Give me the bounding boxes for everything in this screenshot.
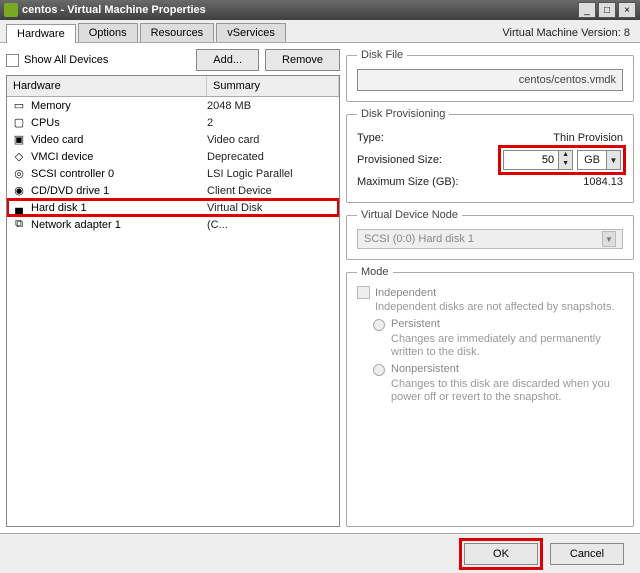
tab-vservices[interactable]: vServices (216, 23, 286, 42)
maximize-button[interactable]: □ (598, 2, 616, 18)
prov-type-value: Thin Provision (467, 132, 623, 144)
show-all-checkbox[interactable] (6, 54, 19, 67)
disk-file-legend: Disk File (357, 49, 407, 61)
hardware-list: Hardware Summary ▭ Memory 2048 MB ▢ CPUs… (6, 75, 340, 527)
ok-highlight: OK (462, 541, 540, 567)
hw-name: Hard disk 1 (31, 202, 207, 214)
add-button[interactable]: Add... (196, 49, 259, 71)
cancel-button[interactable]: Cancel (550, 543, 624, 565)
hw-row-memory[interactable]: ▭ Memory 2048 MB (7, 97, 339, 114)
prov-size-unit-combo[interactable]: GB ▼ (577, 150, 621, 170)
vmci-icon: ◇ (11, 150, 27, 164)
vnode-legend: Virtual Device Node (357, 209, 462, 221)
disk-provisioning-group: Disk Provisioning Type: Thin Provision P… (346, 108, 634, 203)
cpu-icon: ▢ (11, 116, 27, 130)
video-icon: ▣ (11, 133, 27, 147)
vm-properties-window: centos - Virtual Machine Properties _ □ … (0, 0, 640, 567)
prov-type-label: Type: (357, 132, 467, 144)
independent-label: Independent (375, 287, 436, 299)
tab-options[interactable]: Options (78, 23, 138, 42)
disk-icon: ▄ (11, 201, 27, 215)
hw-name: CPUs (31, 117, 207, 129)
vnode-combo: SCSI (0:0) Hard disk 1 ▼ (357, 229, 623, 249)
max-size-label: Maximum Size (GB): (357, 176, 467, 188)
spin-up-icon[interactable]: ▲ (558, 151, 572, 160)
virtual-device-node-group: Virtual Device Node SCSI (0:0) Hard disk… (346, 209, 634, 260)
tab-hardware[interactable]: Hardware (6, 24, 76, 43)
hw-row-cpus[interactable]: ▢ CPUs 2 (7, 114, 339, 131)
hw-name: VMCI device (31, 151, 207, 163)
vnode-value: SCSI (0:0) Hard disk 1 (364, 233, 474, 245)
hw-row-video[interactable]: ▣ Video card Video card (7, 131, 339, 148)
hw-summary: Deprecated (207, 151, 335, 163)
remove-button[interactable]: Remove (265, 49, 340, 71)
hw-summary: 2 (207, 117, 335, 129)
prov-size-unit: GB (578, 154, 606, 166)
hw-name: Network adapter 1 (31, 219, 207, 231)
disk-file-group: Disk File centos/centos.vmdk (346, 49, 634, 102)
hw-row-disk[interactable]: ▄ Hard disk 1 Virtual Disk (7, 199, 339, 216)
close-button[interactable]: × (618, 2, 636, 18)
hw-row-cd[interactable]: ◉ CD/DVD drive 1 Client Device (7, 182, 339, 199)
left-panel: Show All Devices Add... Remove Hardware … (6, 49, 340, 527)
top-controls: Show All Devices Add... Remove (6, 49, 340, 71)
hw-summary: LSI Logic Parallel (207, 168, 335, 180)
prov-size-input[interactable] (504, 151, 558, 169)
max-size-value: 1084.13 (467, 176, 623, 188)
hw-row-scsi[interactable]: ◎ SCSI controller 0 LSI Logic Parallel (7, 165, 339, 182)
hw-name: SCSI controller 0 (31, 168, 207, 180)
footer: OK Cancel (0, 533, 640, 573)
col-summary[interactable]: Summary (207, 76, 339, 96)
hw-row-vmci[interactable]: ◇ VMCI device Deprecated (7, 148, 339, 165)
app-icon (4, 3, 18, 17)
prov-size-highlight: ▲ ▼ GB ▼ (501, 148, 623, 172)
persistent-label: Persistent (391, 318, 623, 330)
hw-summary: Virtual Disk (207, 202, 335, 214)
hw-name: Video card (31, 134, 207, 146)
mode-group: Mode Independent Independent disks are n… (346, 266, 634, 527)
hw-row-nic[interactable]: ⧉ Network adapter 1 (C... (7, 216, 339, 233)
nonpersistent-radio (373, 364, 385, 376)
hw-summary: 2048 MB (207, 100, 335, 112)
minimize-button[interactable]: _ (578, 2, 596, 18)
memory-icon: ▭ (11, 99, 27, 113)
hw-summary: Client Device (207, 185, 335, 197)
mode-legend: Mode (357, 266, 393, 278)
independent-checkbox (357, 286, 370, 299)
vm-version-label: Virtual Machine Version: 8 (502, 27, 634, 39)
prov-size-spinner[interactable]: ▲ ▼ (503, 150, 573, 170)
disk-file-path: centos/centos.vmdk (357, 69, 623, 91)
col-hardware[interactable]: Hardware (7, 76, 207, 96)
persistent-desc: Changes are immediately and permanently … (391, 333, 623, 359)
hw-name: CD/DVD drive 1 (31, 185, 207, 197)
scsi-icon: ◎ (11, 167, 27, 181)
hw-summary: Video card (207, 134, 335, 146)
hw-summary: (C... (207, 219, 335, 231)
chevron-down-icon: ▼ (602, 231, 616, 247)
prov-size-label: Provisioned Size: (357, 154, 467, 166)
persistent-radio (373, 319, 385, 331)
ok-button[interactable]: OK (464, 543, 538, 565)
nonpersistent-label: Nonpersistent (391, 363, 623, 375)
disk-provisioning-legend: Disk Provisioning (357, 108, 449, 120)
cd-icon: ◉ (11, 184, 27, 198)
show-all-label: Show All Devices (24, 54, 108, 66)
titlebar: centos - Virtual Machine Properties _ □ … (0, 0, 640, 20)
independent-desc: Independent disks are not affected by sn… (375, 301, 623, 314)
window-title: centos - Virtual Machine Properties (22, 4, 576, 16)
hardware-list-header: Hardware Summary (7, 76, 339, 97)
spin-down-icon[interactable]: ▼ (558, 160, 572, 169)
nic-icon: ⧉ (11, 218, 27, 232)
nonpersistent-desc: Changes to this disk are discarded when … (391, 378, 623, 404)
tab-resources[interactable]: Resources (140, 23, 215, 42)
right-panel: Disk File centos/centos.vmdk Disk Provis… (346, 49, 634, 527)
chevron-down-icon[interactable]: ▼ (606, 151, 620, 169)
hw-name: Memory (31, 100, 207, 112)
tab-bar: Hardware Options Resources vServices Vir… (0, 20, 640, 43)
content-area: Show All Devices Add... Remove Hardware … (0, 43, 640, 533)
